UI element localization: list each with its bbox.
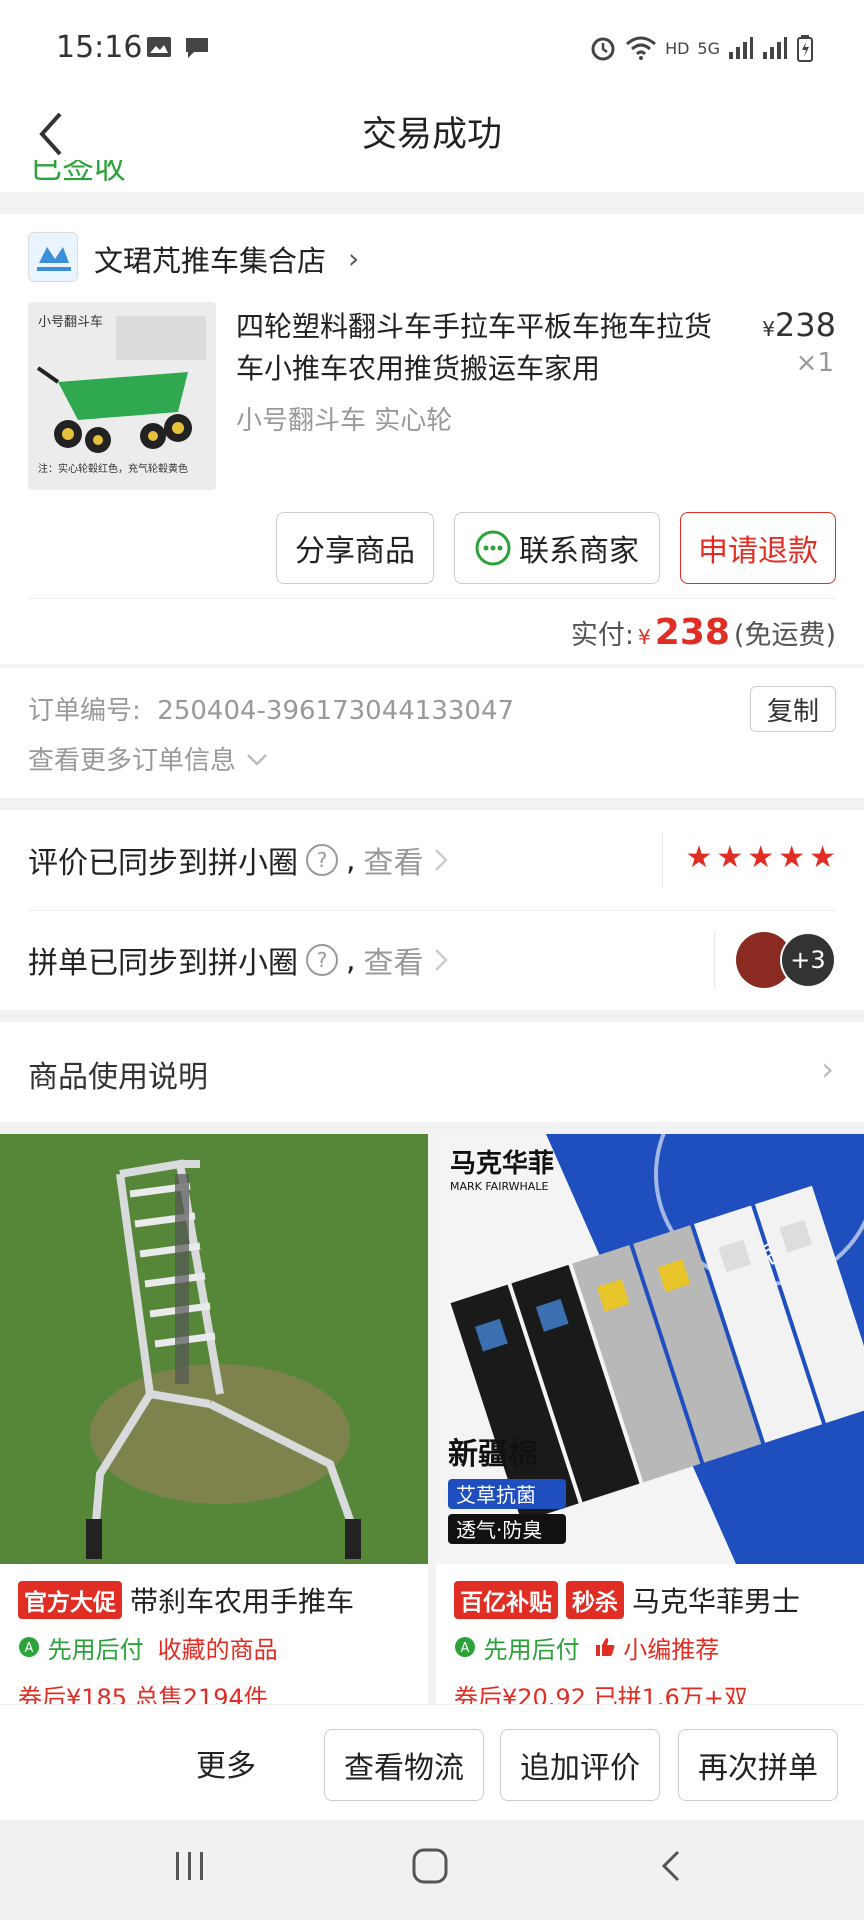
favorite-badge: 收藏的商品: [157, 1636, 278, 1664]
svg-text:新疆棉: 新疆棉: [448, 1437, 538, 1472]
product-price: ¥238: [762, 306, 836, 344]
usage-instructions-row[interactable]: 商品使用说明 ›: [0, 1022, 864, 1122]
sync-card: 评价已同步到拼小圈 ? , 查看 ★ ★ ★ ★ ★ 拼单已同步到拼小圈 ? ,…: [0, 810, 864, 1010]
help-icon[interactable]: ?: [306, 944, 338, 976]
svg-text:透气·防臭: 透气·防臭: [456, 1518, 542, 1542]
svg-text:注：实心轮毂红色，充气轮毂黄色: 注：实心轮毂红色，充气轮毂黄色: [38, 462, 188, 475]
signal-icon-2: [763, 37, 787, 59]
recommend-item[interactable]: 马克华菲 MARK FAIRWHALE 马克华菲 新疆棉 艾草抗菌: [436, 1134, 864, 1704]
back-nav-icon[interactable]: [656, 1846, 686, 1886]
rating-stars: ★ ★ ★ ★ ★: [685, 840, 836, 875]
signal-icon: [729, 37, 753, 59]
refund-button[interactable]: 申请退款: [680, 512, 836, 584]
chevron-right-icon: ›: [821, 1050, 834, 1088]
star-icon: ★: [747, 840, 775, 875]
more-order-info-link[interactable]: 查看更多订单信息: [28, 740, 270, 777]
promo-tag: 百亿补贴: [454, 1581, 558, 1619]
order-info-card: 订单编号: 250404-396173044133047 复制 查看更多订单信息: [0, 668, 864, 798]
help-icon[interactable]: ?: [306, 844, 338, 876]
page-title: 交易成功: [361, 115, 502, 155]
recommend-image: 马克华菲 MARK FAIRWHALE 马克华菲 新疆棉 艾草抗菌: [436, 1134, 864, 1564]
product-spec: 小号翻斗车 实心轮: [236, 406, 453, 436]
network-hd: HD: [665, 38, 690, 58]
product-quantity: ×1: [795, 348, 834, 378]
chevron-right-icon: [434, 949, 448, 971]
star-icon: ★: [685, 840, 713, 875]
badge-icon: A: [455, 1637, 475, 1657]
payment-summary: 实付: ¥ 238 (免运费): [570, 612, 836, 653]
delivery-status: 已签收: [30, 160, 127, 186]
chevron-right-icon: [434, 849, 448, 871]
home-icon[interactable]: [410, 1846, 450, 1886]
svg-text:MARK FAIRWHALE: MARK FAIRWHALE: [450, 1180, 548, 1193]
view-link[interactable]: 查看: [364, 838, 424, 882]
star-icon: ★: [809, 840, 836, 875]
recommend-item[interactable]: 官方大促 带刹车农用手推车 A 先用后付 收藏的商品 券后¥185 总售2194…: [0, 1134, 428, 1704]
status-time: 15:16: [56, 30, 143, 65]
product-title[interactable]: 四轮塑料翻斗车手拉车平板车拖车拉货车小推车农用推货搬运车家用: [236, 306, 736, 390]
recommend-price: 券后¥20.92 已拼1.6万+双: [454, 1684, 748, 1704]
divider: [28, 598, 836, 599]
battery-icon: [797, 35, 813, 62]
star-icon: ★: [778, 840, 806, 875]
cart-image: 小号翻斗车 注：实心轮毂红色，充气轮毂黄色: [28, 302, 216, 490]
recommend-title: 马克华菲男士: [632, 1585, 801, 1618]
svg-text:A: A: [25, 1641, 34, 1656]
review-sync-row[interactable]: 评价已同步到拼小圈 ? , 查看 ★ ★ ★ ★ ★: [0, 810, 864, 910]
message-icon: [186, 38, 208, 58]
chevron-right-icon[interactable]: ›: [348, 242, 359, 275]
bottom-action-bar: 更多 查看物流 追加评价 再次拼单: [0, 1704, 864, 1820]
shop-logo-icon: [37, 247, 71, 271]
star-icon: ★: [716, 840, 744, 875]
shop-name[interactable]: 文珺芃推车集合店: [94, 238, 326, 280]
view-logistics-button[interactable]: 查看物流: [324, 1729, 484, 1801]
flash-sale-tag: 秒杀: [566, 1581, 624, 1619]
more-button[interactable]: 更多: [196, 1741, 256, 1785]
svg-text:小号翻斗车: 小号翻斗车: [38, 314, 103, 330]
order-product-card: 文珺芃推车集合店 › 小号翻斗车 注：实心轮毂红色，充气轮毂黄色 四轮塑料翻斗车…: [0, 214, 864, 664]
share-product-button[interactable]: 分享商品: [276, 512, 434, 584]
svg-text:艾草抗菌: 艾草抗菌: [456, 1483, 536, 1507]
pay-later-badge: A 先用后付: [454, 1630, 580, 1665]
recommend-title: 带刹车农用手推车: [130, 1585, 355, 1618]
svg-text:马克华菲: 马克华菲: [450, 1148, 554, 1179]
add-review-button[interactable]: 追加评价: [500, 1729, 660, 1801]
product-thumbnail[interactable]: 小号翻斗车 注：实心轮毂红色，充气轮毂黄色: [28, 302, 216, 490]
recent-apps-icon[interactable]: [172, 1846, 208, 1886]
promo-tag: 官方大促: [18, 1581, 122, 1619]
contact-merchant-button[interactable]: 联系商家: [454, 512, 660, 584]
system-nav-bar: [0, 1820, 864, 1920]
delivery-status-strip: 已签收: [0, 160, 864, 192]
paid-amount: 238: [654, 612, 730, 653]
editor-pick-badge: 小编推荐: [594, 1630, 719, 1665]
pay-later-badge: A 先用后付: [18, 1630, 144, 1665]
status-bar: 15:16 HD 5G: [0, 0, 864, 100]
recommend-price: 券后¥185 总售2194件: [18, 1684, 268, 1704]
chat-icon: [475, 530, 511, 566]
thumbs-up-icon: [595, 1638, 614, 1656]
image-icon: [147, 37, 171, 57]
alarm-icon: [591, 37, 615, 61]
order-number: 订单编号: 250404-396173044133047: [28, 696, 515, 726]
rebuy-button[interactable]: 再次拼单: [678, 1729, 838, 1801]
badge-icon: A: [19, 1637, 39, 1657]
svg-text:A: A: [461, 1641, 470, 1656]
avatar-group[interactable]: +3: [736, 932, 836, 988]
shop-logo[interactable]: [28, 232, 78, 282]
copy-order-button[interactable]: 复制: [750, 686, 836, 732]
wifi-icon: [626, 36, 657, 60]
network-type: 5G: [697, 38, 720, 58]
avatar-more-count: +3: [780, 932, 836, 988]
recommend-image: [0, 1134, 428, 1564]
group-sync-row[interactable]: 拼单已同步到拼小圈 ? , 查看 +3: [0, 910, 864, 1010]
chevron-down-icon: [247, 754, 268, 766]
view-link[interactable]: 查看: [364, 938, 424, 982]
